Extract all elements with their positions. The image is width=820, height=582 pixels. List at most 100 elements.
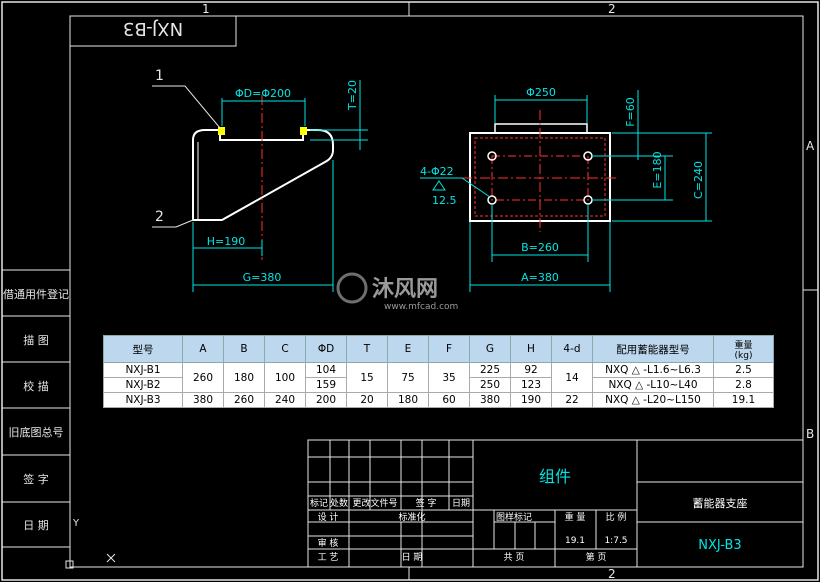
left-registration-column <box>1 269 71 548</box>
tb-label: 标准化 <box>398 511 425 523</box>
tb-product: 蓄能器支座 <box>693 496 748 510</box>
watermark-url: www.mfcad.com <box>384 302 458 312</box>
table-row: NXJ-B1 260 180 100 104 15 75 35 225 92 1… <box>103 362 774 393</box>
ucs-icon <box>65 530 74 569</box>
leader-label-2: 2 <box>155 209 164 225</box>
table-cell: NXQ △ -L1.6~L6.3 <box>592 362 714 378</box>
dim-h: H=190 <box>207 235 245 248</box>
tb-label: 日期 <box>452 498 470 509</box>
ucs-y-label: Y <box>72 518 80 529</box>
tb-scale: 1:7.5 <box>604 536 627 546</box>
drawing-svg: 1 2 2 A B NXJ-B3 借通用件登记 描 图 校 描 旧底图总号 签 … <box>1 1 819 581</box>
table-cell: 20 <box>346 392 388 408</box>
tb-label: 标记 <box>310 497 328 509</box>
zone-label: 2 <box>608 567 616 581</box>
table-header: T <box>346 335 388 363</box>
table-cell: 180 <box>387 392 429 408</box>
dim-f: F=60 <box>624 97 637 127</box>
table-cell: 180 <box>223 362 265 393</box>
table-cell: 380 <box>182 392 224 408</box>
roughness-value: 12.5 <box>432 194 457 207</box>
zone-label: A <box>806 139 815 153</box>
table-cell: 35 <box>428 362 470 393</box>
left-column-item: 签 字 <box>23 472 49 486</box>
table-cell: 200 <box>305 392 347 408</box>
left-column-item: 描 图 <box>23 333 49 347</box>
dim-top: Φ250 <box>526 86 556 99</box>
weld-mark <box>300 127 307 135</box>
watermark: 沐风网 www.mfcad.com <box>336 272 458 312</box>
dim-e: E=180 <box>651 151 664 188</box>
zone-label: 1 <box>202 2 210 16</box>
dim-a: A=380 <box>521 271 559 284</box>
tb-label: 比 例 <box>606 511 627 523</box>
table-cell: 92 <box>510 362 552 378</box>
tb-label: 设 计 <box>318 511 339 523</box>
roughness-symbol <box>432 180 446 191</box>
left-column-item: 借通用件登记 <box>3 287 69 301</box>
table-header: F <box>428 335 470 363</box>
table-cell: 240 <box>264 392 306 408</box>
table-cell: 2.5 <box>713 362 774 378</box>
table-cell: 100 <box>264 362 306 393</box>
table-cell: NXJ-B2 <box>103 377 183 393</box>
table-cell: 22 <box>551 392 593 408</box>
zone-label: B <box>806 427 814 441</box>
side-view-gusset <box>221 161 326 221</box>
spec-table: 型号 A B C ΦD T E F G H 4-d 配用蓄能器型号 重量 (kg… <box>103 335 774 408</box>
tb-weight: 19.1 <box>565 536 585 546</box>
tb-label: 第 页 <box>586 551 607 563</box>
table-header: 型号 <box>103 335 183 363</box>
table-cell: NXJ-B3 <box>103 392 183 408</box>
dim-c: C=240 <box>692 161 705 199</box>
table-cell: 159 <box>305 377 347 393</box>
table-cell: 260 <box>223 392 265 408</box>
side-view: 1 2 ΦD=Φ200 T=20 H=190 G=380 <box>152 68 368 292</box>
table-cell: 123 <box>510 377 552 393</box>
leader-label-1: 1 <box>155 68 164 84</box>
watermark-text: 沐风网 <box>372 277 438 302</box>
table-cell: NXQ △ -L10~L40 <box>592 377 714 393</box>
table-cell: 15 <box>346 362 388 393</box>
table-cell: 250 <box>469 377 511 393</box>
table-cell: 104 <box>305 362 347 378</box>
tb-label: 更改文件号 <box>352 497 397 509</box>
tb-drawing-no: NXJ-B3 <box>698 538 741 553</box>
left-column-item: 校 描 <box>23 379 49 393</box>
table-cell: 225 <box>469 362 511 378</box>
table-header-row: 型号 A B C ΦD T E F G H 4-d 配用蓄能器型号 重量 (kg… <box>103 335 774 363</box>
crosshair-icon <box>106 553 116 563</box>
tb-label: 共 页 <box>504 552 525 563</box>
table-header: 重量 (kg) <box>713 335 774 363</box>
table-header: G <box>469 335 511 363</box>
table-header: C <box>264 335 306 363</box>
tb-label: 图样标记 <box>496 511 532 523</box>
tb-name: 组件 <box>539 467 571 486</box>
zone-label: 2 <box>608 2 616 16</box>
table-header: H <box>510 335 552 363</box>
tb-label: 重 量 <box>565 511 586 523</box>
side-view-outline <box>192 129 334 221</box>
dim-d: ΦD=Φ200 <box>235 87 291 100</box>
table-cell: 14 <box>551 362 593 393</box>
table-cell: 2.8 <box>713 377 774 393</box>
dim-g: G=380 <box>243 271 282 284</box>
part-code-text: NXJ-B3 <box>123 18 183 39</box>
dim-t: T=20 <box>346 80 359 111</box>
left-column-item: 旧底图总号 <box>9 425 64 439</box>
table-row: NXJ-B3 380 260 240 200 20 180 60 380 190… <box>103 392 774 408</box>
table-cell: 75 <box>387 362 429 393</box>
cad-drawing-canvas[interactable]: 1 2 2 A B NXJ-B3 借通用件登记 描 图 校 描 旧底图总号 签 … <box>0 0 820 582</box>
top-view-boss <box>494 123 588 134</box>
dim-b: B=260 <box>521 241 559 254</box>
table-header: 4-d <box>551 335 593 363</box>
tb-label: 日 期 <box>402 552 423 563</box>
table-header: E <box>387 335 429 363</box>
tb-label: 工 艺 <box>318 552 339 563</box>
table-cell: NXJ-B1 <box>103 362 183 378</box>
tb-label: 审 核 <box>318 537 339 549</box>
table-header: 配用蓄能器型号 <box>592 335 714 363</box>
table-header: ΦD <box>305 335 347 363</box>
tb-label: 处数 <box>330 497 348 509</box>
leader-line-1 <box>152 85 221 129</box>
